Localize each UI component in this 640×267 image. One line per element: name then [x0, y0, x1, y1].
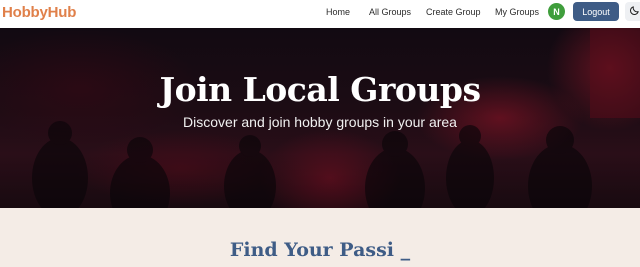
- section-heading: Find Your Passi _: [229, 239, 411, 261]
- logout-button[interactable]: Logout: [573, 2, 619, 21]
- hero-title: Join Local Groups: [159, 70, 481, 109]
- nav-link-my-groups[interactable]: My Groups: [495, 7, 539, 17]
- logo[interactable]: HobbyHub: [2, 4, 76, 21]
- hero-banner: Join Local Groups Discover and join hobb…: [0, 28, 640, 208]
- avatar[interactable]: N: [548, 3, 565, 20]
- nav-link-create-group[interactable]: Create Group: [426, 7, 481, 17]
- nav-link-all-groups[interactable]: All Groups: [369, 7, 411, 17]
- theme-toggle-button[interactable]: [625, 2, 640, 21]
- moon-icon: [629, 3, 640, 21]
- navbar: HobbyHub Home All Groups Create Group My…: [0, 0, 640, 28]
- nav-link-home[interactable]: Home: [326, 7, 350, 17]
- hero-subtitle: Discover and join hobby groups in your a…: [183, 114, 457, 130]
